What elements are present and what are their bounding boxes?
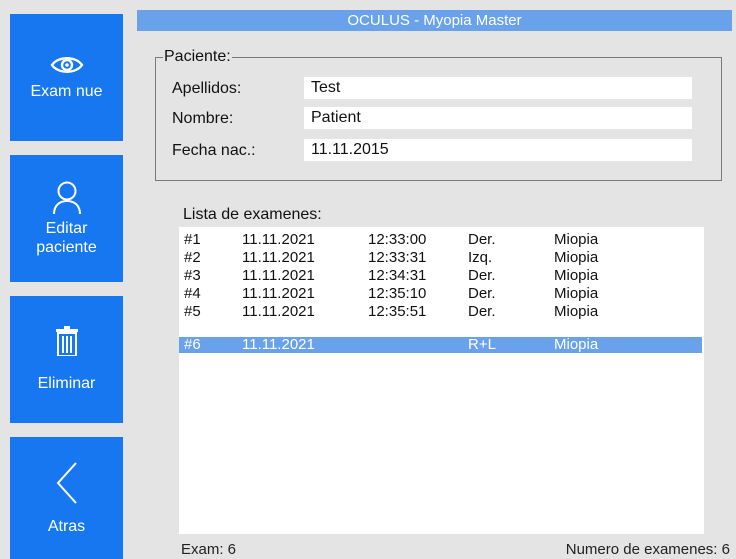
edit-patient-button[interactable]: Editar paciente	[10, 155, 123, 282]
exam-row[interactable]: #4 11.11.2021 12:35:10 Der. Miopia	[179, 286, 702, 302]
exam-id: #3	[184, 267, 201, 284]
exam-time: 12:33:31	[368, 249, 427, 266]
exam-type: Miopia	[554, 285, 599, 302]
exam-id: #1	[184, 231, 201, 248]
exam-type: Miopia	[554, 336, 599, 353]
last-name-label: Apellidos:	[172, 80, 242, 97]
exam-time: 12:35:10	[368, 285, 427, 302]
person-icon	[52, 181, 81, 214]
exam-eye: Der.	[468, 231, 496, 248]
edit-patient-label-line2: paciente	[36, 238, 97, 256]
delete-label: Eliminar	[37, 375, 96, 392]
delete-button[interactable]: Eliminar	[10, 296, 123, 423]
exam-id: #4	[184, 285, 201, 302]
exam-time: 12:33:00	[368, 231, 427, 248]
back-label: Atras	[47, 517, 86, 535]
exam-date: 11.11.2021	[242, 231, 315, 248]
exam-time: 12:35:51	[368, 303, 427, 320]
exam-list[interactable]: #1 11.11.2021 12:33:00 Der. Miopia #2 11…	[179, 227, 704, 534]
exam-row[interactable]: #3 11.11.2021 12:34:31 Der. Miopia	[179, 268, 702, 284]
edit-patient-label-line1: Editar	[45, 219, 88, 237]
exam-row-selected[interactable]: #6 11.11.2021 R+L Miopia	[179, 337, 702, 353]
exam-date: 11.11.2021	[242, 249, 315, 266]
exam-id: #5	[184, 303, 201, 320]
trash-icon	[55, 326, 78, 356]
dob-field[interactable]: 11.11.2015	[304, 139, 692, 161]
chevron-left-icon	[56, 461, 77, 504]
exam-eye: Der.	[468, 285, 496, 302]
exam-eye: Der.	[468, 303, 496, 320]
exam-time: 12:34:31	[368, 267, 427, 284]
exam-row[interactable]: #5 11.11.2021 12:35:51 Der. Miopia	[179, 304, 702, 320]
last-name-field[interactable]: Test	[304, 77, 692, 99]
exam-eye: Der.	[468, 267, 496, 284]
window-title: OCULUS - Myopia Master	[137, 10, 732, 31]
exam-list-title: Lista de examenes:	[183, 206, 322, 223]
exam-date: 11.11.2021	[242, 336, 315, 353]
dob-label: Fecha nac.:	[172, 142, 256, 159]
exam-type: Miopia	[554, 303, 599, 320]
exam-date: 11.11.2021	[242, 285, 315, 302]
eye-icon	[50, 57, 83, 73]
new-exam-label: Exam nue	[30, 83, 103, 100]
exam-date: 11.11.2021	[242, 303, 315, 320]
back-button[interactable]: Atras	[10, 437, 123, 559]
exam-type: Miopia	[554, 231, 599, 248]
exam-count-status: Numero de examenes: 6	[565, 541, 730, 558]
exam-date: 11.11.2021	[242, 267, 315, 284]
exam-type: Miopia	[554, 267, 599, 284]
new-exam-button[interactable]: Exam nue	[10, 14, 123, 141]
exam-id: #2	[184, 249, 201, 266]
exam-row[interactable]: #1 11.11.2021 12:33:00 Der. Miopia	[179, 232, 702, 248]
first-name-field[interactable]: Patient	[304, 107, 692, 129]
exam-id: #6	[184, 336, 201, 353]
current-exam-status: Exam: 6	[181, 541, 237, 558]
first-name-label: Nombre:	[172, 110, 234, 127]
patient-group-title: Paciente:	[163, 47, 232, 67]
exam-type: Miopia	[554, 249, 599, 266]
exam-row[interactable]: #2 11.11.2021 12:33:31 Izq. Miopia	[179, 250, 702, 266]
exam-eye: R+L	[468, 336, 496, 353]
exam-eye: Izq.	[468, 249, 493, 266]
